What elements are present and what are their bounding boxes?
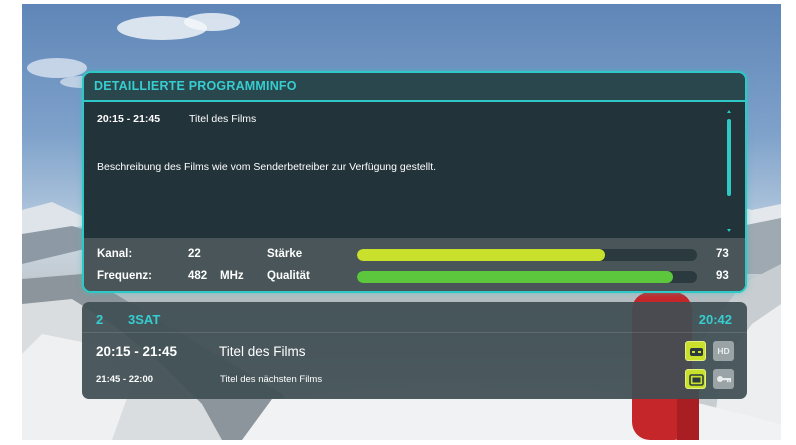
next-program-title: Titel des nächsten Films [220, 374, 323, 385]
strength-bar-fill [357, 249, 606, 261]
description-scrollbar[interactable] [727, 110, 732, 232]
quality-label: Qualität [267, 270, 310, 282]
frequency-label: Frequenz: [97, 270, 152, 282]
program-time: 20:15 - 21:45 [97, 113, 161, 125]
scroll-down-arrow-icon[interactable] [727, 229, 731, 232]
channel-label: Kanal: [97, 248, 133, 260]
signal-info-section: Kanal: 22 Stärke 73 Frequenz: 482 MHz Qu… [84, 238, 745, 291]
panel-title: DETAILLIERTE PROGRAMMINFO [84, 73, 745, 102]
program-description: Beschreibung des Films wie vom Senderbet… [97, 161, 437, 173]
next-program-time: 21:45 - 22:00 [96, 374, 154, 385]
strength-bar-track [357, 249, 697, 261]
detailed-program-info-panel: DETAILLIERTE PROGRAMMINFO 20:15 - 21:45 … [82, 71, 747, 293]
current-time: 20:42 [698, 312, 732, 327]
program-detail-body[interactable]: 20:15 - 21:45 Titel des Films Beschreibu… [84, 102, 745, 238]
channel-name: 3SAT [128, 312, 161, 327]
channel-info-bar: 2 3SAT 20:42 20:15 - 21:45 Titel des Fil… [82, 302, 747, 399]
strength-label: Stärke [267, 248, 303, 260]
channel-number: 2 [96, 312, 104, 327]
subtitle-icon [685, 341, 706, 361]
hd-icon: HD [713, 341, 734, 361]
quality-value: 93 [716, 270, 729, 282]
key-icon [713, 369, 734, 389]
signal-row-frequency-quality: Frequenz: 482 MHz Qualität 93 [84, 265, 745, 287]
program-title: Titel des Films [189, 113, 257, 125]
scroll-up-arrow-icon[interactable] [727, 110, 731, 113]
quality-bar-track [357, 271, 697, 283]
frequency-value: 482 [188, 270, 208, 282]
now-program-title: Titel des Films [219, 344, 306, 359]
strength-value: 73 [716, 248, 729, 260]
scroll-thumb[interactable] [727, 119, 731, 196]
divider [82, 332, 747, 333]
frequency-unit: MHz [220, 270, 244, 282]
channel-value: 22 [188, 248, 201, 260]
now-program-time: 20:15 - 21:45 [96, 344, 178, 359]
quality-bar-fill [357, 271, 674, 283]
signal-row-channel-strength: Kanal: 22 Stärke 73 [84, 243, 745, 265]
teletext-icon [685, 369, 706, 389]
